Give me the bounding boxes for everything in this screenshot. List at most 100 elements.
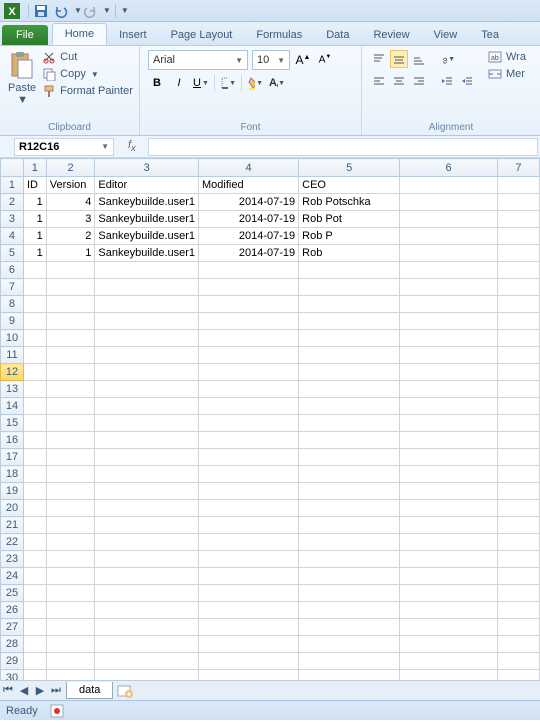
- cell[interactable]: [400, 279, 497, 296]
- cell[interactable]: [400, 313, 497, 330]
- cell[interactable]: [400, 415, 497, 432]
- cell[interactable]: [400, 262, 497, 279]
- cell[interactable]: [46, 364, 95, 381]
- cell[interactable]: [46, 398, 95, 415]
- copy-dropdown-icon[interactable]: ▼: [91, 70, 99, 79]
- row-header[interactable]: 19: [1, 483, 24, 500]
- wrap-text-button[interactable]: ab Wra: [488, 50, 526, 64]
- cell[interactable]: [497, 602, 539, 619]
- cell[interactable]: [299, 619, 400, 636]
- cell[interactable]: [299, 296, 400, 313]
- cell[interactable]: [199, 449, 299, 466]
- cell[interactable]: [299, 483, 400, 500]
- cell[interactable]: [46, 568, 95, 585]
- cell[interactable]: [46, 500, 95, 517]
- formula-input[interactable]: [148, 138, 538, 156]
- cell[interactable]: [23, 415, 46, 432]
- cell[interactable]: 2: [46, 228, 95, 245]
- cell[interactable]: [95, 364, 199, 381]
- cell[interactable]: 1: [23, 245, 46, 262]
- row-header[interactable]: 20: [1, 500, 24, 517]
- cell[interactable]: [23, 585, 46, 602]
- cell[interactable]: [299, 364, 400, 381]
- cell[interactable]: [299, 636, 400, 653]
- cell[interactable]: [497, 177, 539, 194]
- align-top-button[interactable]: [370, 50, 388, 68]
- cell[interactable]: [46, 313, 95, 330]
- cell[interactable]: [400, 551, 497, 568]
- cell[interactable]: [95, 296, 199, 313]
- cell[interactable]: [23, 500, 46, 517]
- font-name-combo[interactable]: Arial▼: [148, 50, 248, 70]
- cell[interactable]: [497, 670, 539, 681]
- cell[interactable]: [46, 415, 95, 432]
- cell[interactable]: CEO: [299, 177, 400, 194]
- fill-color-button[interactable]: ▼: [246, 74, 264, 92]
- column-header[interactable]: 6: [400, 159, 497, 177]
- row-header[interactable]: 3: [1, 211, 24, 228]
- align-center-button[interactable]: [390, 72, 408, 90]
- cell[interactable]: [95, 517, 199, 534]
- cell[interactable]: [497, 211, 539, 228]
- row-header[interactable]: 15: [1, 415, 24, 432]
- cell[interactable]: [299, 551, 400, 568]
- cell[interactable]: [400, 228, 497, 245]
- cell[interactable]: 3: [46, 211, 95, 228]
- cell[interactable]: [46, 483, 95, 500]
- save-icon[interactable]: [33, 3, 49, 19]
- paste-dropdown-icon[interactable]: ▼: [17, 94, 28, 106]
- tab-file[interactable]: File: [2, 25, 48, 45]
- cell[interactable]: [199, 653, 299, 670]
- cell[interactable]: [199, 670, 299, 681]
- cell[interactable]: [497, 619, 539, 636]
- cell[interactable]: [46, 279, 95, 296]
- cell[interactable]: [497, 347, 539, 364]
- cell[interactable]: [23, 330, 46, 347]
- sheet-nav-last-icon[interactable]: ⏭: [48, 683, 64, 699]
- cell[interactable]: [299, 517, 400, 534]
- cell[interactable]: [199, 262, 299, 279]
- row-header[interactable]: 23: [1, 551, 24, 568]
- border-button[interactable]: ▼: [219, 74, 237, 92]
- cell[interactable]: [497, 534, 539, 551]
- row-header[interactable]: 18: [1, 466, 24, 483]
- cell[interactable]: [95, 432, 199, 449]
- cell[interactable]: [23, 347, 46, 364]
- cell[interactable]: [23, 398, 46, 415]
- fx-icon[interactable]: fx: [122, 139, 142, 153]
- cell[interactable]: [400, 619, 497, 636]
- cell[interactable]: [400, 432, 497, 449]
- row-header[interactable]: 28: [1, 636, 24, 653]
- cut-button[interactable]: Cut: [42, 50, 133, 64]
- cell[interactable]: [400, 500, 497, 517]
- cell[interactable]: [23, 381, 46, 398]
- cell[interactable]: Sankeybuilde.user1: [95, 194, 199, 211]
- cell[interactable]: [23, 262, 46, 279]
- redo-icon[interactable]: [82, 3, 98, 19]
- font-color-button[interactable]: A▼: [268, 74, 286, 92]
- row-header[interactable]: 13: [1, 381, 24, 398]
- cell[interactable]: [95, 568, 199, 585]
- cell[interactable]: [199, 398, 299, 415]
- cell[interactable]: Editor: [95, 177, 199, 194]
- cell[interactable]: [46, 551, 95, 568]
- cell[interactable]: [299, 466, 400, 483]
- select-all-corner[interactable]: [1, 159, 24, 177]
- cell[interactable]: [46, 262, 95, 279]
- cell[interactable]: [400, 449, 497, 466]
- column-header[interactable]: 2: [46, 159, 95, 177]
- row-header[interactable]: 7: [1, 279, 24, 296]
- decrease-indent-button[interactable]: [438, 72, 456, 90]
- cell[interactable]: [400, 534, 497, 551]
- cell[interactable]: [95, 279, 199, 296]
- tab-insert[interactable]: Insert: [107, 25, 159, 45]
- cell[interactable]: [199, 568, 299, 585]
- align-right-button[interactable]: [410, 72, 428, 90]
- cell[interactable]: Rob Pot: [299, 211, 400, 228]
- cell[interactable]: [46, 534, 95, 551]
- cell[interactable]: [199, 585, 299, 602]
- cell[interactable]: [497, 194, 539, 211]
- cell[interactable]: Rob: [299, 245, 400, 262]
- row-header[interactable]: 10: [1, 330, 24, 347]
- cell[interactable]: [199, 534, 299, 551]
